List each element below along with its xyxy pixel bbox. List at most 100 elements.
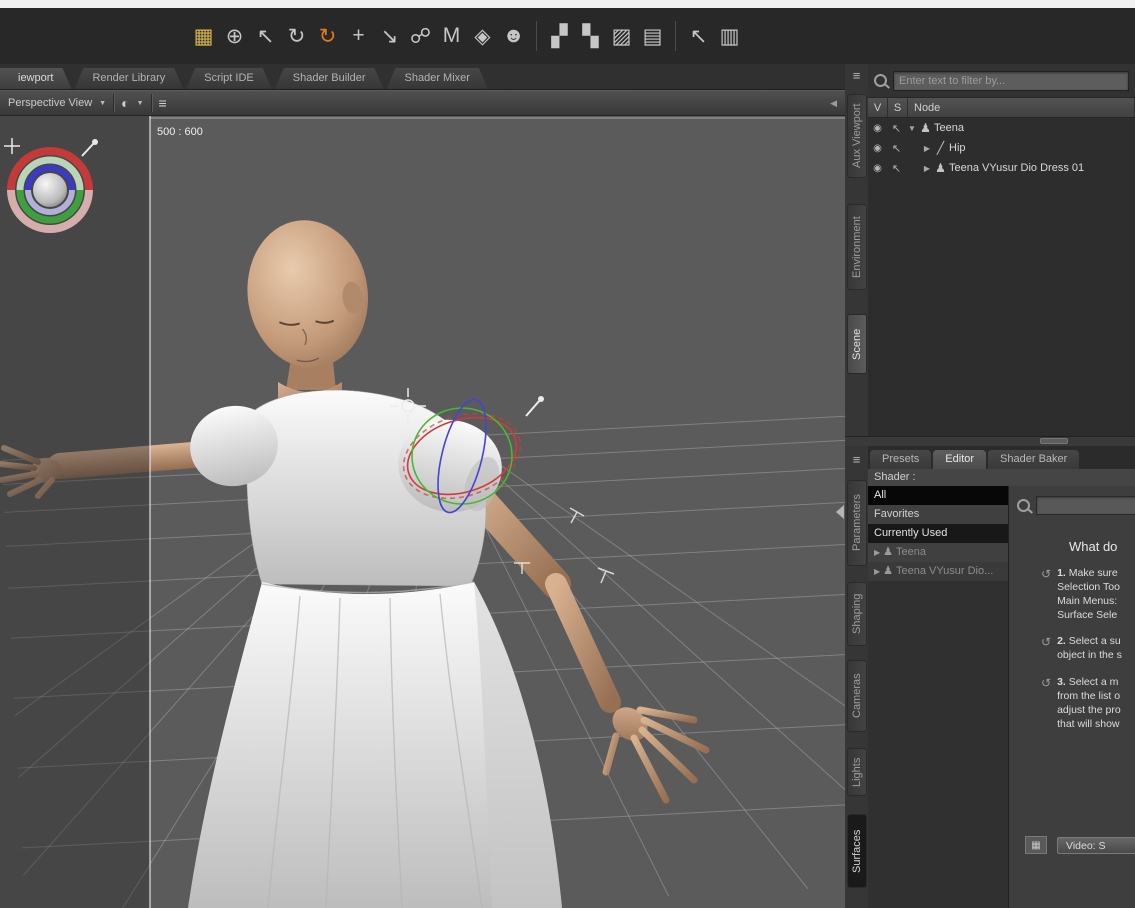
tab-surfaces[interactable]: Surfaces [846,814,867,888]
tab-render-library[interactable]: Render Library [74,68,183,89]
tab-cameras[interactable]: Cameras [846,660,867,732]
drawstyle-sphere-icon[interactable]: ◐ [121,95,129,111]
node-label[interactable]: Hip [949,142,966,154]
video-button[interactable]: Video: S [1057,836,1135,854]
tab-scene[interactable]: Scene [846,314,867,374]
active-pose-tool-icon[interactable]: ↻ [312,18,343,54]
tab-shader-builder[interactable]: Shader Builder [275,68,384,89]
render-camera-tool-icon[interactable]: ▥ [714,18,745,54]
list-item-all[interactable]: All [868,486,1008,505]
tab-environment[interactable]: Environment [846,204,867,290]
figure-icon: ♟ [935,161,946,175]
surface-list: All Favorites Currently Used ▶ ♟ Teena ▶… [868,486,1009,908]
step-text: Select a m from the list o adjust the pr… [1057,676,1121,730]
splitter-grip[interactable] [1040,438,1068,444]
column-node[interactable]: Node [908,98,1135,117]
shear-tool-a-icon[interactable]: ▞ [544,18,575,54]
eye-icon[interactable]: ◉ [869,143,886,154]
subtab-shader-baker[interactable]: Shader Baker [988,450,1080,469]
shear-tool-b-icon[interactable]: ▚ [575,18,606,54]
frame-mask [0,116,150,908]
list-item-teena[interactable]: ▶ ♟ Teena [868,543,1008,562]
list-item-label[interactable]: Teena [896,543,926,562]
chevron-down-icon[interactable]: ▼ [137,100,144,107]
app-window: ▦ ⊕ ↖ ↻ ↻ + ↘ ☍ M ◈ ☻ ▞ ▚ ▨ ▤ ↖ ▥ iewpor… [0,0,1135,908]
uv-view-tool-icon[interactable]: ▦ [188,18,219,54]
scene-node-row[interactable]: ◉ ↖ ▶ ♟ Teena VYusur Dio Dress 01 [868,158,1135,178]
list-item-teena-dress[interactable]: ▶ ♟ Teena VYusur Dio... [868,562,1008,581]
workspace-tab-bar: iewport Render Library Script IDE Shader… [0,64,845,90]
tool-settings-icon[interactable]: ↖ [683,18,714,54]
subtab-editor[interactable]: Editor [933,450,987,469]
figure-icon: ♟ [883,565,894,577]
chevron-down-icon[interactable]: ▼ [907,124,917,133]
pane-options-icon[interactable]: ≡ [848,450,866,468]
list-item-label[interactable]: Teena VYusur Dio... [896,562,993,581]
chevron-right-icon[interactable]: ▶ [874,562,880,581]
pane-splitter[interactable] [845,436,1135,446]
list-item-currently-used[interactable]: Currently Used [868,524,1008,543]
surface-search-input[interactable] [1036,496,1135,515]
list-item-favorites[interactable]: Favorites [868,505,1008,524]
scene-node-row[interactable]: ◉ ↖ ▶ ╱ Hip [868,138,1135,158]
tab-viewport[interactable]: iewport [0,68,71,89]
figure-icon: ♟ [920,121,931,135]
subtab-presets[interactable]: Presets [870,450,932,469]
orbit-tool-icon[interactable]: ⊕ [219,18,250,54]
node-label[interactable]: Teena [934,122,964,134]
camera-selector[interactable]: Perspective View [8,97,92,109]
tab-shaping[interactable]: Shaping [846,582,867,646]
translate-tool-icon[interactable]: + [343,18,374,54]
viewport-canvas[interactable]: 500 : 600 [0,116,871,908]
viewport-options-icon[interactable]: ≡ [159,95,167,111]
spot-render-tool-icon[interactable]: ▤ [637,18,668,54]
toolbar-divider [675,21,676,51]
node-label[interactable]: Teena VYusur Dio Dress 01 [949,162,1084,174]
tab-parameters[interactable]: Parameters [846,480,867,566]
column-visibility[interactable]: V [868,98,888,117]
geometry-editor-tool-icon[interactable]: ◈ [467,18,498,54]
collapse-left-icon[interactable]: ◀ [830,98,837,109]
surfaces-help-panel: What do ↻ 1. Make sure Selection Too Mai… [1009,486,1135,908]
surface-selection-tool-icon[interactable]: M [436,18,467,54]
search-icon [874,74,887,87]
pointer-icon[interactable]: ↖ [888,162,905,175]
tab-lights[interactable]: Lights [846,748,867,796]
trackball-sphere[interactable] [33,173,67,207]
scene-column-headers: V S Node [868,98,1135,118]
tab-shader-mixer[interactable]: Shader Mixer [387,68,488,89]
scale-tool-icon[interactable]: ↘ [374,18,405,54]
view-trackball-widget[interactable] [7,147,93,233]
surfaces-pane: ≡ Parameters Shaping Cameras Lights Surf… [845,446,1135,908]
bone-icon: ╱ [936,141,945,155]
tab-script-ide[interactable]: Script IDE [186,68,272,89]
scene-node-row[interactable]: ◉ ↖ ▼ ♟ Teena [868,118,1135,138]
chevron-down-icon[interactable]: ▼ [99,100,106,107]
help-step: ↻ 1. Make sure Selection Too Main Menus:… [1041,567,1135,622]
annotation-tool-icon[interactable]: ▨ [606,18,637,54]
step-text: Select a su object in the s [1057,635,1122,662]
search-icon [1017,499,1030,512]
eye-icon[interactable]: ◉ [869,123,886,134]
main-toolbar: ▦ ⊕ ↖ ↻ ↻ + ↘ ☍ M ◈ ☻ ▞ ▚ ▨ ▤ ↖ ▥ [0,8,1135,64]
rotate-tool-icon[interactable]: ↻ [281,18,312,54]
window-top-strip [0,0,1135,8]
scene-filter-input[interactable] [893,70,1129,91]
joint-editor-tool-icon[interactable]: ☍ [405,18,436,54]
divider [150,94,152,112]
pane-options-icon[interactable]: ≡ [848,66,866,84]
chevron-right-icon[interactable]: ▶ [922,164,932,173]
step-number: 3. [1057,676,1066,689]
figure-setup-tool-icon[interactable]: ☻ [498,18,529,54]
surfaces-pane-tab-strip: ≡ Parameters Shaping Cameras Lights Surf… [845,446,868,908]
eye-icon[interactable]: ◉ [869,163,886,174]
chevron-right-icon[interactable]: ▶ [922,144,932,153]
chevron-right-icon[interactable]: ▶ [874,543,880,562]
pointer-icon[interactable]: ↖ [888,122,905,135]
pointer-icon[interactable]: ↖ [888,142,905,155]
node-selection-tool-icon[interactable]: ↖ [250,18,281,54]
viewport-3d[interactable]: 500 : 600 [0,116,871,908]
column-selectable[interactable]: S [888,98,908,117]
help-step: ↻ 2. Select a su object in the s [1041,635,1135,663]
tab-aux-viewport[interactable]: Aux Viewport [846,94,867,178]
